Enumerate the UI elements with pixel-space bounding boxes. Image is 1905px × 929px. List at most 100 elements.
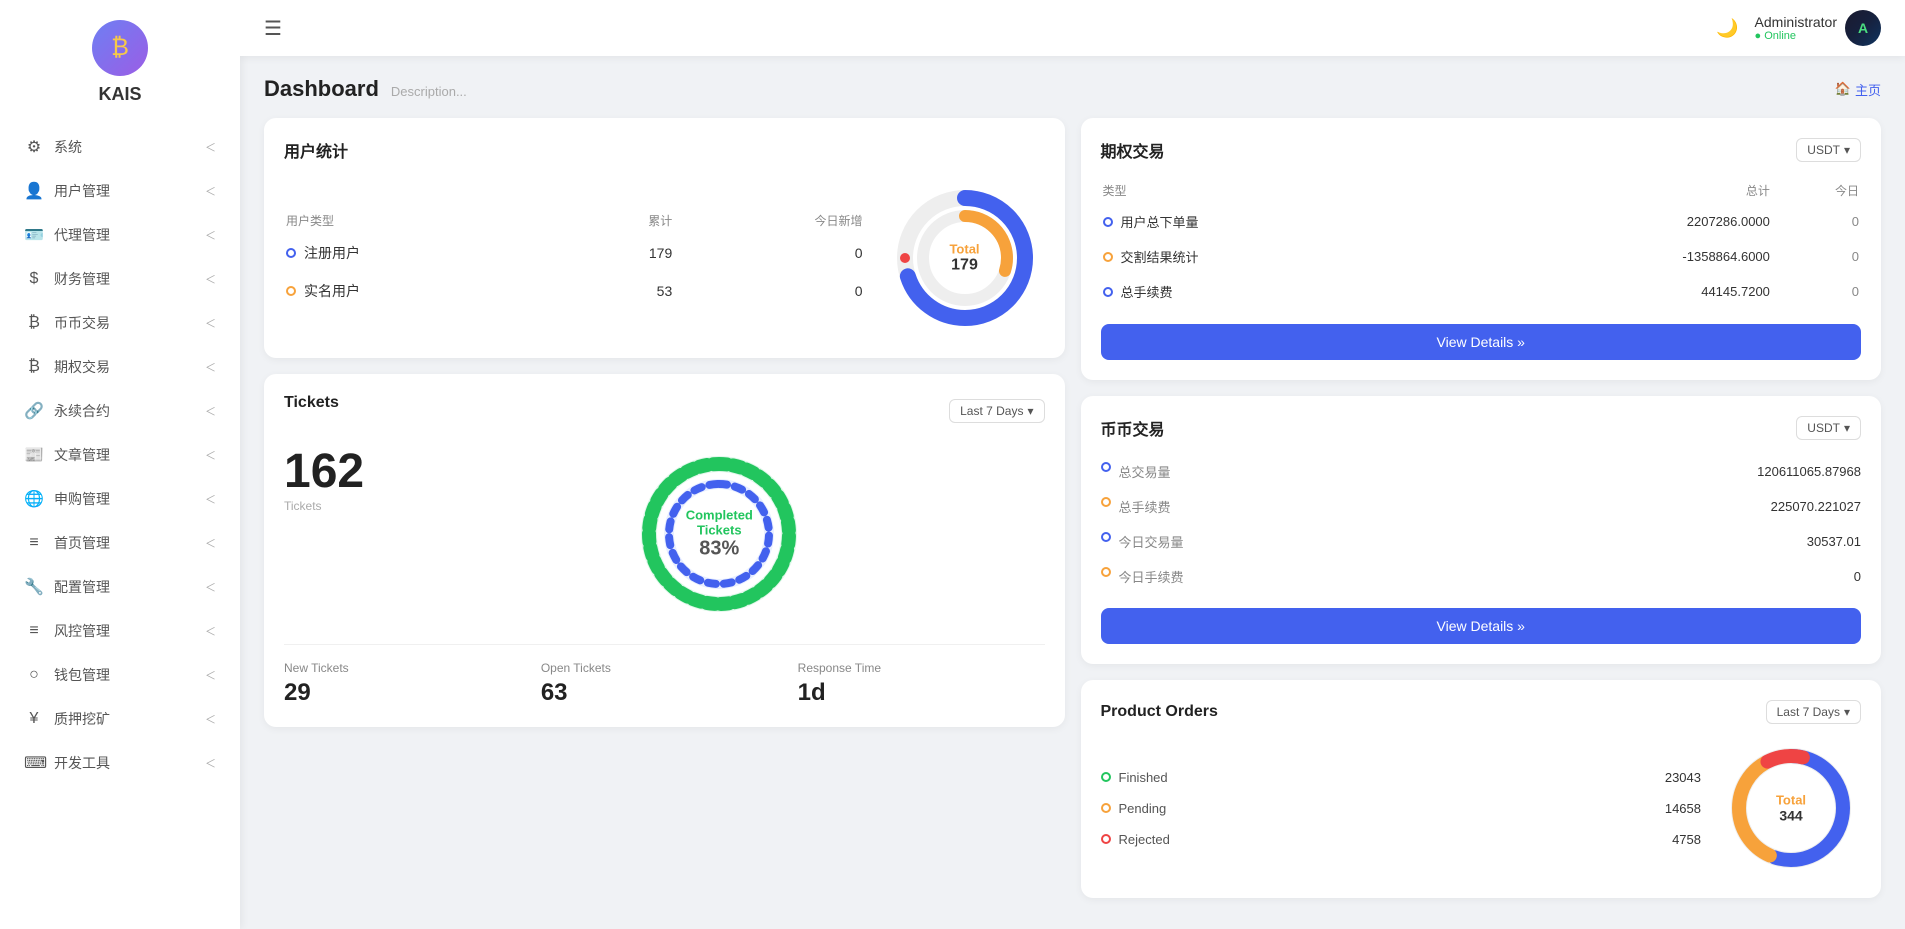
tickets-card: Tickets Last 7 Days ▾ 162 Tickets: [264, 374, 1065, 727]
sidebar-arrow-9: ＜: [205, 535, 216, 551]
user-donut-chart: Total 179: [885, 178, 1045, 338]
coin-row-3: 今日手续费 0: [1101, 559, 1862, 594]
sidebar-item-2[interactable]: 🪪 代理管理 ＜: [0, 213, 240, 257]
topbar-left: ☰: [264, 16, 282, 41]
sidebar-item-label-14: 开发工具: [54, 753, 110, 773]
sidebar-item-12[interactable]: ○ 钱包管理 ＜: [0, 653, 240, 697]
user-details: Administrator ● Online: [1755, 14, 1837, 42]
col-user-type: 用户类型: [286, 208, 576, 233]
sidebar: ₿ KAIS ⚙ 系统 ＜ 👤 用户管理 ＜ 🪪 代理管理 ＜ $ 财务管理 ＜…: [0, 0, 240, 929]
user-dot-0: [286, 248, 296, 258]
futures-col-type: 类型: [1103, 178, 1451, 203]
sidebar-arrow-2: ＜: [205, 227, 216, 243]
sidebar-icon-0: ⚙: [24, 137, 44, 157]
product-row-0: Finished 23043: [1101, 762, 1702, 793]
sidebar-item-label-9: 首页管理: [54, 533, 110, 553]
sidebar-item-9[interactable]: ≡ 首页管理 ＜: [0, 521, 240, 565]
user-name: Administrator: [1755, 14, 1837, 30]
user-dot-1: [286, 286, 296, 296]
product-list: Finished 23043 Pending 14658 Rejected 47…: [1101, 762, 1702, 855]
ticket-stat-val-2: 1d: [798, 679, 1045, 707]
sidebar-arrow-8: ＜: [205, 491, 216, 507]
page-title: Dashboard: [264, 76, 379, 102]
tickets-count-label: Tickets: [284, 499, 364, 513]
ticket-stat-val-1: 63: [541, 679, 788, 707]
futures-row-today-1: 0: [1772, 240, 1859, 273]
futures-dot-1: [1103, 252, 1113, 262]
sidebar-item-label-1: 用户管理: [54, 181, 110, 201]
sidebar-item-10[interactable]: 🔧 配置管理 ＜: [0, 565, 240, 609]
sidebar-arrow-4: ＜: [205, 315, 216, 331]
sidebar-item-8[interactable]: 🌐 申购管理 ＜: [0, 477, 240, 521]
user-row-today-1: 0: [674, 273, 862, 309]
donut-label: Total: [949, 242, 979, 257]
sidebar-item-1[interactable]: 👤 用户管理 ＜: [0, 169, 240, 213]
ticket-stat-label-2: Response Time: [798, 661, 1045, 675]
futures-row-type-0: 用户总下单量: [1103, 205, 1451, 238]
chevron-down-icon: ▾: [1027, 404, 1033, 418]
sidebar-icon-6: 🔗: [24, 401, 44, 421]
sidebar-item-14[interactable]: ⌨ 开发工具 ＜: [0, 741, 240, 785]
futures-view-details-button[interactable]: View Details »: [1101, 324, 1862, 360]
futures-row-type-1: 交割结果统计: [1103, 240, 1451, 273]
sidebar-icon-8: 🌐: [24, 489, 44, 509]
coin-trade-header: 币币交易 USDT ▾: [1101, 416, 1862, 440]
tickets-footer: New Tickets 29 Open Tickets 63 Response …: [284, 644, 1045, 707]
home-link-text: 主页: [1855, 80, 1881, 99]
chevron-down-icon: ▾: [1844, 143, 1850, 157]
sidebar-item-6[interactable]: 🔗 永续合约 ＜: [0, 389, 240, 433]
coin-trade-currency-select[interactable]: USDT ▾: [1796, 416, 1861, 440]
coin-row-val-3: 0: [1854, 569, 1861, 584]
sidebar-item-label-11: 风控管理: [54, 621, 110, 641]
sidebar-icon-13: ¥: [24, 710, 44, 728]
coin-row-1: 总手续费 225070.221027: [1101, 489, 1862, 524]
tickets-title: Tickets: [284, 394, 339, 412]
topbar-right: 🌙 Administrator ● Online A: [1716, 10, 1881, 46]
user-row-type-0: 注册用户: [286, 235, 576, 271]
sidebar-arrow-14: ＜: [205, 755, 216, 771]
sidebar-item-label-13: 质押挖矿: [54, 709, 110, 729]
sidebar-icon-12: ○: [24, 666, 44, 684]
product-row-val-0: 23043: [1665, 770, 1701, 785]
content: Dashboard Description... 🏠 主页 用户统计: [240, 56, 1905, 929]
product-orders-filter-badge[interactable]: Last 7 Days ▾: [1766, 700, 1861, 724]
sidebar-icon-3: $: [24, 270, 44, 288]
user-stats-title: 用户统计: [284, 138, 1045, 162]
product-orders-card: Product Orders Last 7 Days ▾ Finished 23…: [1081, 680, 1882, 898]
sidebar-item-4[interactable]: ₿ 币币交易 ＜: [0, 301, 240, 345]
futures-currency-select[interactable]: USDT ▾: [1796, 138, 1861, 162]
right-column: 期权交易 USDT ▾ 类型 总计 今日: [1081, 118, 1882, 898]
product-orders-filter-label: Last 7 Days: [1777, 705, 1840, 719]
home-link[interactable]: 🏠 主页: [1835, 80, 1881, 99]
coin-trade-view-details-button[interactable]: View Details »: [1101, 608, 1862, 644]
ticket-stat-1: Open Tickets 63: [541, 661, 788, 707]
futures-row-total-2: 44145.7200: [1453, 275, 1770, 308]
coin-dot-3: [1101, 567, 1111, 577]
sidebar-arrow-5: ＜: [205, 359, 216, 375]
sidebar-item-0[interactable]: ⚙ 系统 ＜: [0, 125, 240, 169]
chevron-down-icon: ▾: [1844, 705, 1850, 719]
sidebar-item-13[interactable]: ¥ 质押挖矿 ＜: [0, 697, 240, 741]
coin-dot-2: [1101, 532, 1111, 542]
tickets-count-area: 162 Tickets: [284, 444, 364, 513]
futures-row-type-2: 总手续费: [1103, 275, 1451, 308]
col-total: 累计: [578, 208, 672, 233]
col-today: 今日新增: [674, 208, 862, 233]
coin-row-name-3: 今日手续费: [1119, 567, 1184, 586]
sidebar-item-5[interactable]: ₿ 期权交易 ＜: [0, 345, 240, 389]
product-orders-title: Product Orders: [1101, 703, 1218, 721]
coin-trade-card: 币币交易 USDT ▾ 总交易量 120611065.87968 总手续费 22…: [1081, 396, 1882, 664]
ticket-stat-val-0: 29: [284, 679, 531, 707]
sidebar-item-11[interactable]: ≡ 风控管理 ＜: [0, 609, 240, 653]
menu-icon[interactable]: ☰: [264, 16, 282, 41]
futures-col-total: 总计: [1453, 178, 1770, 203]
product-donut-label: Total: [1776, 793, 1806, 808]
sidebar-item-label-0: 系统: [54, 137, 82, 157]
sidebar-item-3[interactable]: $ 财务管理 ＜: [0, 257, 240, 301]
sidebar-arrow-13: ＜: [205, 711, 216, 727]
coin-row-val-2: 30537.01: [1807, 534, 1861, 549]
sidebar-item-7[interactable]: 📰 文章管理 ＜: [0, 433, 240, 477]
moon-icon[interactable]: 🌙: [1716, 18, 1738, 39]
tickets-donut-chart: Completed Tickets 83%: [629, 444, 809, 624]
tickets-filter-badge[interactable]: Last 7 Days ▾: [949, 399, 1044, 423]
